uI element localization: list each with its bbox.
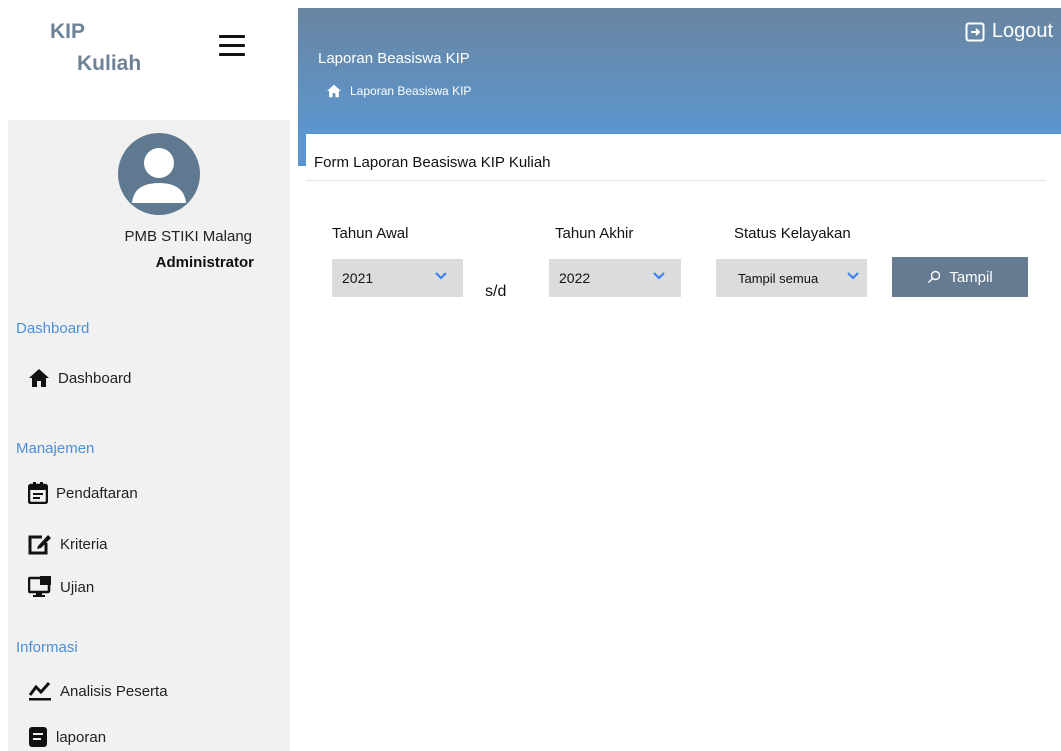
sidebar-item-label: laporan <box>56 728 107 746</box>
tahun-awal-value: 2021 <box>342 270 374 286</box>
profile-role: Administrator <box>155 254 254 271</box>
sidebar-item-label: Analisis Peserta <box>60 682 168 700</box>
form-accent-bar <box>298 134 306 166</box>
logout-icon <box>965 22 985 41</box>
avatar <box>118 133 200 215</box>
sidebar-item-label: Kriteria <box>60 535 108 553</box>
sidebar-item-kriteria[interactable]: Kriteria <box>28 533 108 555</box>
home-icon <box>29 369 49 387</box>
status-kelayakan-value: Tampil semua <box>738 270 819 286</box>
sidebar-item-laporan[interactable]: laporan <box>28 726 106 748</box>
brand-logo-line2: Kuliah <box>77 52 142 75</box>
tahun-akhir-label: Tahun Akhir <box>555 225 634 242</box>
header-bar: Laporan Beasiswa KIP Laporan Beasiswa KI… <box>298 8 1061 134</box>
brand-logo-line1: KIP <box>50 20 86 43</box>
search-icon <box>928 270 941 283</box>
chevron-down-icon <box>435 272 447 280</box>
logout-button[interactable]: Logout <box>965 20 1053 43</box>
section-label-manajemen: Manajemen <box>16 440 95 457</box>
sidebar-item-label: Dashboard <box>58 369 132 387</box>
chevron-down-icon <box>653 272 665 280</box>
divider <box>306 180 1046 181</box>
logout-label: Logout <box>991 20 1053 42</box>
sidebar-item-dashboard[interactable]: Dashboard <box>28 368 131 388</box>
sidebar-item-label: Pendaftaran <box>56 484 138 502</box>
tahun-akhir-value: 2022 <box>559 270 591 286</box>
brand-area: KIP Kuliah <box>0 0 290 120</box>
calendar-icon <box>28 482 48 504</box>
edit-icon <box>28 535 51 555</box>
tahun-awal-select[interactable]: 2021 <box>332 259 463 297</box>
sidebar-item-label: Ujian <box>60 578 95 596</box>
tahun-akhir-select[interactable]: 2022 <box>549 259 681 297</box>
form-title: Form Laporan Beasiswa KIP Kuliah <box>314 154 551 171</box>
status-kelayakan-label: Status Kelayakan <box>734 225 851 242</box>
range-separator: s/d <box>485 283 507 300</box>
tahun-awal-label: Tahun Awal <box>332 225 409 242</box>
chevron-down-icon <box>847 272 859 280</box>
sidebar: PMB STIKI Malang Administrator Dashboard… <box>8 120 290 751</box>
sidebar-item-analisis-peserta[interactable]: Analisis Peserta <box>28 681 168 701</box>
monitor-icon <box>28 576 51 597</box>
breadcrumb[interactable]: Laporan Beasiswa KIP <box>326 84 471 98</box>
chart-line-icon <box>28 682 51 701</box>
section-label-informasi: Informasi <box>16 639 78 656</box>
breadcrumb-label: Laporan Beasiswa KIP <box>350 84 472 98</box>
tampil-button[interactable]: Tampil <box>892 257 1028 297</box>
document-icon <box>29 727 47 747</box>
profile-name: PMB STIKI Malang <box>124 228 252 245</box>
sidebar-item-ujian[interactable]: Ujian <box>28 576 94 598</box>
status-kelayakan-select[interactable]: Tampil semua <box>716 259 867 297</box>
section-label-dashboard: Dashboard <box>16 320 90 337</box>
sidebar-item-pendaftaran[interactable]: Pendaftaran <box>28 482 138 504</box>
menu-toggle-icon[interactable] <box>219 35 245 57</box>
tampil-label: Tampil <box>949 268 993 286</box>
home-icon <box>327 84 341 98</box>
page-title: Laporan Beasiswa KIP <box>318 50 470 67</box>
